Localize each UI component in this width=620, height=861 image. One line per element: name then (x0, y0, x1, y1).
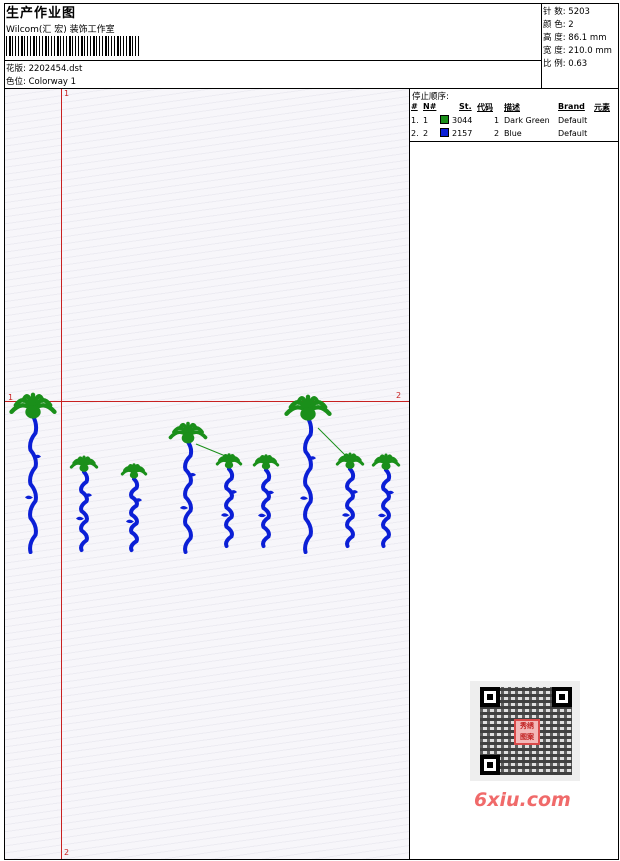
trunk-leaf (25, 495, 33, 500)
height-label: 高 度: (543, 33, 566, 43)
trunk (303, 416, 314, 554)
stitches-row: 针 数: 5203 (543, 5, 590, 17)
table-bottom-line (410, 141, 618, 142)
row1-code: 1 (494, 116, 500, 125)
trunk (224, 467, 235, 548)
header-divider (541, 3, 542, 89)
col-header-element: 元素 (594, 103, 610, 112)
stitches-value: 5203 (568, 7, 590, 17)
crown (79, 464, 89, 472)
jump-stitch (317, 427, 347, 457)
palm-motif (69, 455, 99, 552)
row1-color-swatch (440, 115, 449, 124)
row2-index: 2. (411, 129, 419, 138)
crown (224, 461, 234, 469)
col-header-index: # (411, 102, 418, 111)
crown (261, 462, 271, 470)
trunk (261, 468, 272, 548)
row1-index: 1. (411, 116, 419, 125)
trunk-leaf (76, 516, 84, 521)
trunk-leaf (221, 513, 229, 517)
palm-motif (335, 452, 365, 548)
trunk (345, 467, 356, 548)
stop-sequence-title: 停止顺序: (412, 92, 449, 102)
crown (381, 462, 391, 470)
row2-code: 2 (494, 129, 500, 138)
scale-row: 比 例: 0.63 (543, 57, 587, 69)
palm-motif (284, 394, 332, 554)
palm-motif (9, 392, 57, 554)
row2-color-swatch (440, 128, 449, 137)
trunk (129, 477, 140, 552)
jump-stitch (195, 443, 241, 463)
colors-row: 颜 色: 2 (543, 18, 574, 30)
trunk-leaf (126, 519, 134, 524)
scale-label: 比 例: (543, 59, 566, 69)
scale-value: 0.63 (568, 59, 588, 69)
width-label: 宽 度: (543, 46, 566, 56)
crown (181, 432, 195, 444)
qr-code: 秀绣 图案 (470, 681, 580, 781)
crown (129, 471, 139, 479)
row2-description: Blue (504, 129, 522, 138)
row2-number: 2 (423, 129, 429, 138)
crown (300, 407, 316, 421)
row2-stitches: 2157 (452, 129, 473, 138)
trunk-leaf (180, 506, 188, 510)
trunk (79, 470, 90, 552)
col-header-code: 代码 (477, 103, 493, 112)
crown (25, 405, 41, 419)
watermark-text: 6xiu.com (474, 789, 571, 811)
crown (345, 461, 355, 469)
colors-value: 2 (568, 20, 574, 30)
row1-description: Dark Green (504, 116, 550, 125)
height-row: 高 度: 86.1 mm (543, 31, 606, 43)
palm-motif (120, 463, 148, 552)
trunk-leaf (342, 513, 350, 517)
palm-motif (168, 421, 208, 554)
qr-finder-tr (552, 687, 572, 707)
colors-label: 颜 色: (543, 20, 566, 30)
row2-brand: Default (558, 129, 588, 138)
height-value: 86.1 mm (568, 33, 607, 43)
trunk-leaf (258, 513, 266, 518)
row1-brand: Default (558, 116, 588, 125)
width-value: 210.0 mm (568, 46, 612, 56)
qr-finder-bl (480, 755, 500, 775)
row1-stitches: 3044 (452, 116, 473, 125)
col-header-stitches: St. (459, 102, 472, 111)
qr-finder-tl (480, 687, 500, 707)
width-row: 宽 度: 210.0 mm (543, 44, 612, 56)
col-header-brand: Brand (558, 102, 585, 111)
palm-motif (215, 453, 243, 548)
trunk (28, 414, 39, 554)
embroidery-design (9, 392, 401, 554)
trunk-leaf (300, 496, 308, 500)
stitches-label: 针 数: (543, 7, 566, 17)
col-header-number: N# (423, 102, 437, 111)
col-header-description: 描述 (504, 103, 520, 112)
trunk-leaf (378, 513, 386, 518)
trunk (381, 468, 392, 548)
trunk (183, 440, 194, 554)
qr-logo-badge: 秀绣 图案 (514, 719, 540, 745)
palm-motif (252, 454, 280, 548)
row1-number: 1 (423, 116, 429, 125)
palm-motif (371, 453, 401, 548)
